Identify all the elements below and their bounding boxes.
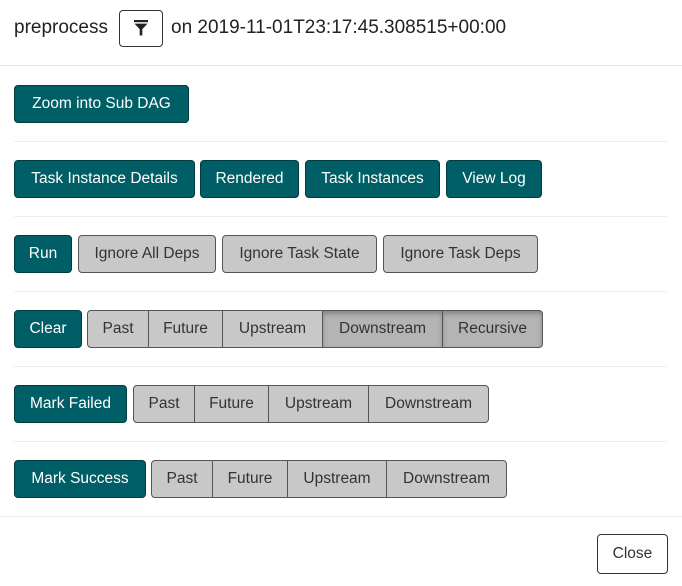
- ignore-task-state-toggle[interactable]: Ignore Task State: [222, 235, 377, 273]
- mark-success-future-toggle[interactable]: Future: [213, 460, 288, 498]
- clear-downstream-toggle[interactable]: Downstream: [323, 310, 443, 348]
- run-row: Run Ignore All Deps Ignore Task State Ig…: [14, 235, 538, 273]
- filter-upstream-button[interactable]: [119, 9, 163, 47]
- divider: [14, 366, 667, 367]
- divider: [14, 141, 667, 142]
- clear-button[interactable]: Clear: [14, 310, 82, 348]
- clear-row: Clear Past Future Upstream Downstream Re…: [14, 310, 543, 348]
- mark-success-options-group: Past Future Upstream Downstream: [151, 460, 507, 498]
- mark-failed-future-toggle[interactable]: Future: [195, 385, 269, 423]
- mark-failed-downstream-toggle[interactable]: Downstream: [369, 385, 489, 423]
- filter-icon: [134, 20, 148, 36]
- divider: [14, 291, 667, 292]
- mark-success-button[interactable]: Mark Success: [14, 460, 146, 498]
- mark-failed-past-toggle[interactable]: Past: [133, 385, 195, 423]
- rendered-button[interactable]: Rendered: [200, 160, 299, 198]
- footer-divider: [0, 516, 682, 517]
- ignore-all-deps-toggle[interactable]: Ignore All Deps: [78, 235, 216, 273]
- mark-failed-row: Mark Failed Past Future Upstream Downstr…: [14, 385, 489, 423]
- zoom-into-subdag-button[interactable]: Zoom into Sub DAG: [14, 85, 189, 123]
- mark-failed-options-group: Past Future Upstream Downstream: [133, 385, 489, 423]
- mark-success-downstream-toggle[interactable]: Downstream: [387, 460, 507, 498]
- execution-date: on 2019-11-01T23:17:45.308515+00:00: [171, 17, 507, 38]
- task-links-row: Task Instance Details Rendered Task Inst…: [14, 160, 542, 198]
- divider: [14, 216, 667, 217]
- modal-title: preprocess on 2019-11-01T23:17:45.308515…: [14, 9, 506, 47]
- close-button[interactable]: Close: [597, 534, 668, 574]
- task-id: preprocess: [14, 17, 108, 38]
- task-instance-details-button[interactable]: Task Instance Details: [14, 160, 195, 198]
- mark-success-upstream-toggle[interactable]: Upstream: [288, 460, 387, 498]
- mark-success-past-toggle[interactable]: Past: [151, 460, 213, 498]
- task-instances-button[interactable]: Task Instances: [305, 160, 440, 198]
- clear-options-group: Past Future Upstream Downstream Recursiv…: [87, 310, 543, 348]
- clear-recursive-toggle[interactable]: Recursive: [443, 310, 543, 348]
- clear-past-toggle[interactable]: Past: [87, 310, 149, 348]
- view-log-button[interactable]: View Log: [446, 160, 542, 198]
- divider: [14, 441, 667, 442]
- mark-failed-upstream-toggle[interactable]: Upstream: [269, 385, 369, 423]
- clear-future-toggle[interactable]: Future: [149, 310, 223, 348]
- subdag-row: Zoom into Sub DAG: [14, 85, 189, 123]
- ignore-task-deps-toggle[interactable]: Ignore Task Deps: [383, 235, 538, 273]
- modal-header: preprocess on 2019-11-01T23:17:45.308515…: [0, 0, 682, 66]
- mark-failed-button[interactable]: Mark Failed: [14, 385, 127, 423]
- mark-success-row: Mark Success Past Future Upstream Downst…: [14, 460, 507, 498]
- clear-upstream-toggle[interactable]: Upstream: [223, 310, 323, 348]
- run-button[interactable]: Run: [14, 235, 72, 273]
